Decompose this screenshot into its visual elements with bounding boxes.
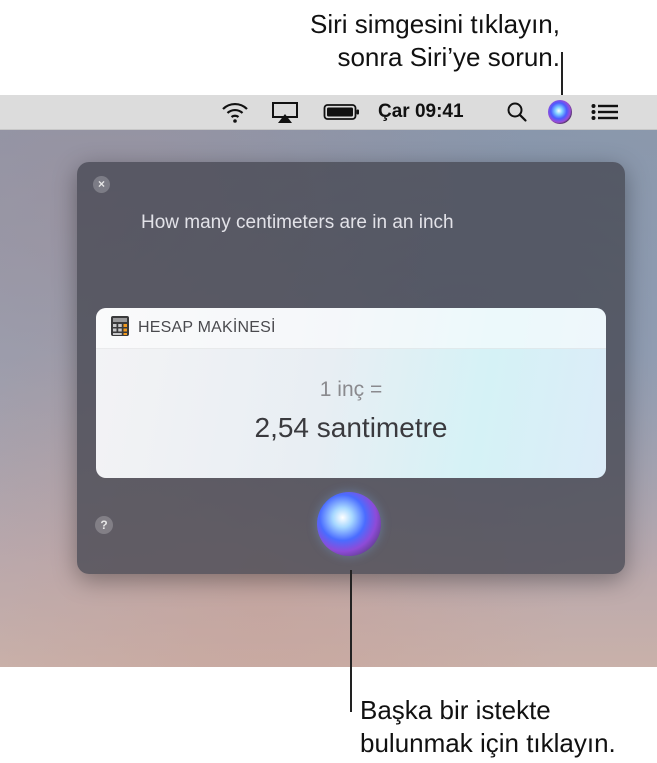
close-button[interactable]: × bbox=[93, 176, 110, 193]
menu-bar: Çar 09:41 bbox=[0, 95, 657, 130]
siri-query: How many centimeters are in an inch bbox=[141, 212, 454, 233]
callout-bottom-line2: bulunmak için tıklayın. bbox=[360, 728, 616, 758]
siri-window: × How many centimeters are in an inch HE… bbox=[77, 162, 625, 574]
callout-bottom: Başka bir istekte bulunmak için tıklayın… bbox=[360, 694, 616, 760]
calculator-result-card[interactable]: HESAP MAKİNESİ 1 inç = 2,54 santimetre bbox=[96, 308, 606, 478]
callout-top: Siri simgesini tıklayın, sonra Siri’ye s… bbox=[310, 8, 560, 74]
menubar-clock[interactable]: Çar 09:41 bbox=[378, 95, 464, 129]
siri-icon[interactable] bbox=[545, 95, 575, 129]
airplay-icon[interactable] bbox=[268, 95, 302, 129]
battery-icon[interactable] bbox=[322, 95, 362, 129]
conversion-result: 2,54 santimetre bbox=[254, 412, 448, 443]
callout-bottom-line1: Başka bir istekte bbox=[360, 695, 551, 725]
siri-listen-button[interactable] bbox=[317, 492, 381, 556]
callout-top-leader bbox=[561, 52, 563, 98]
callout-top-line1: Siri simgesini tıklayın, bbox=[310, 9, 560, 39]
help-button[interactable]: ? bbox=[95, 516, 113, 534]
conversion-input: 1 inç = bbox=[319, 378, 383, 401]
wifi-icon[interactable] bbox=[218, 95, 252, 129]
callout-top-line2: sonra Siri’ye sorun. bbox=[337, 42, 560, 72]
card-title: HESAP MAKİNESİ bbox=[138, 319, 276, 336]
calculator-icon bbox=[110, 315, 130, 342]
callout-bottom-leader bbox=[350, 570, 352, 712]
card-header: HESAP MAKİNESİ bbox=[96, 308, 606, 349]
notification-center-icon[interactable] bbox=[588, 95, 622, 129]
search-icon[interactable] bbox=[503, 95, 531, 129]
